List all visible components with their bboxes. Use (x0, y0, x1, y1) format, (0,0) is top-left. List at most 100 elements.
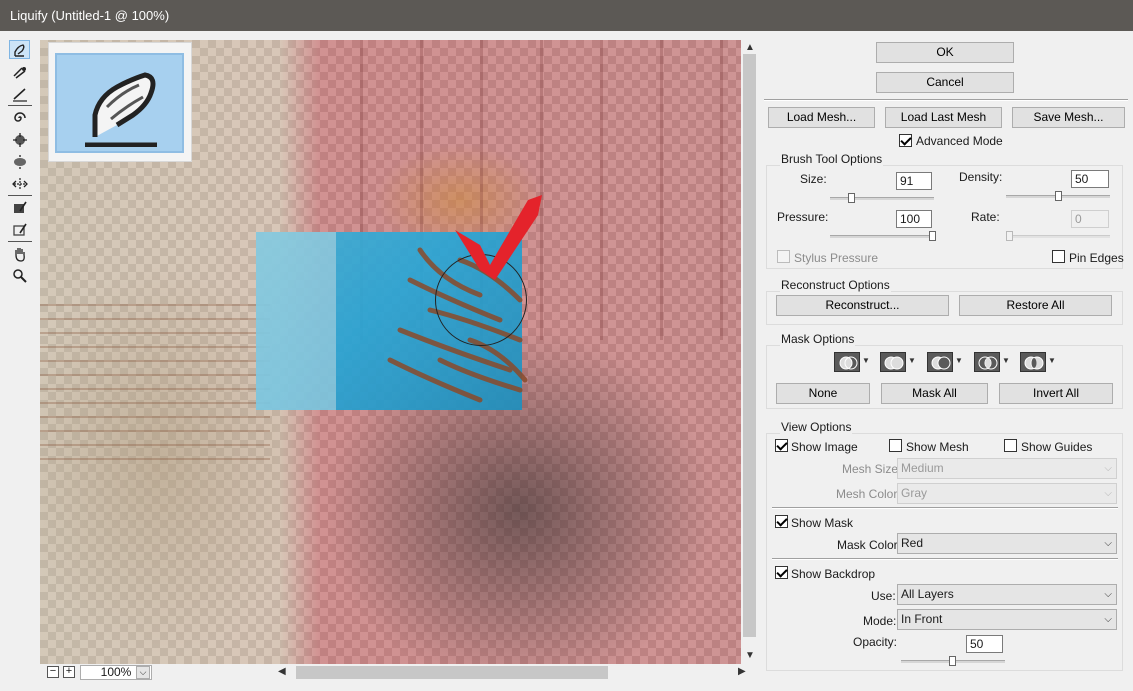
density-label: Density: (959, 170, 1003, 184)
load-mesh-button[interactable]: Load Mesh... (768, 107, 875, 128)
show-mesh-checkbox[interactable] (889, 439, 902, 452)
scroll-left-icon[interactable]: ◀ (278, 666, 286, 677)
pressure-slider-thumb[interactable] (929, 231, 936, 241)
zoom-dropdown-icon[interactable]: ⌵ (136, 666, 150, 679)
tool-divider (8, 195, 32, 196)
pressure-field[interactable]: 100 (896, 210, 932, 228)
freeze-mask-icon[interactable] (9, 198, 30, 217)
mask-color-select[interactable]: Red ⌵ (897, 533, 1117, 554)
add-to-selection-icon[interactable]: ▼ (880, 352, 916, 372)
size-label: Size: (800, 172, 827, 186)
rate-field: 0 (1071, 210, 1109, 228)
use-select[interactable]: All Layers ⌵ (897, 584, 1117, 605)
scroll-down-icon[interactable]: ▼ (745, 650, 755, 661)
show-mask-checkbox[interactable] (775, 515, 788, 528)
opacity-slider-thumb[interactable] (949, 656, 956, 666)
rate-slider (1006, 235, 1110, 238)
stylus-pressure-label: Stylus Pressure (794, 251, 879, 265)
save-mesh-button[interactable]: Save Mesh... (1012, 107, 1125, 128)
tool-divider (8, 105, 32, 106)
rate-slider-thumb (1006, 231, 1013, 241)
checkmark-icon (455, 195, 542, 280)
mode-label: Mode: (863, 614, 897, 628)
options-panel: OK Cancel Load Mesh... Load Last Mesh Sa… (758, 31, 1133, 691)
mesh-size-label: Mesh Size: (842, 462, 902, 476)
show-image-checkbox[interactable] (775, 439, 788, 452)
zoom-icon[interactable] (9, 266, 30, 285)
zoom-out-icon[interactable]: − (47, 666, 59, 678)
use-label: Use: (871, 589, 896, 603)
window-title: Liquify (Untitled-1 @ 100%) (0, 0, 1133, 31)
vertical-scroll-thumb[interactable] (743, 54, 756, 637)
smooth-icon[interactable] (9, 84, 30, 103)
canvas-status-bar: − + 100% ⌵ ◀ ▶ (40, 664, 758, 681)
mask-options-title: Mask Options (780, 332, 856, 346)
subtract-from-selection-icon[interactable]: ▼ (927, 352, 963, 372)
cancel-button[interactable]: Cancel (876, 72, 1014, 93)
size-slider-thumb[interactable] (848, 193, 855, 203)
hand-icon[interactable] (9, 244, 30, 263)
pin-edges-label: Pin Edges (1069, 251, 1124, 265)
show-guides-checkbox[interactable] (1004, 439, 1017, 452)
invert-all-button[interactable]: Invert All (999, 383, 1113, 404)
density-slider-thumb[interactable] (1055, 191, 1062, 201)
horizontal-scroll-thumb[interactable] (296, 666, 608, 679)
brush-tool-options-title: Brush Tool Options (780, 152, 884, 166)
chevron-down-icon: ⌵ (1104, 538, 1112, 549)
replace-selection-icon[interactable]: ▼ (834, 352, 870, 372)
show-mesh-label: Show Mesh (906, 440, 969, 454)
divider (772, 558, 1118, 560)
pressure-slider[interactable] (830, 235, 934, 238)
opacity-field[interactable]: 50 (966, 635, 1003, 653)
intersect-with-selection-icon[interactable]: ▼ (974, 352, 1010, 372)
twirl-icon[interactable] (9, 108, 30, 127)
divider (772, 507, 1118, 509)
forward-warp-icon (85, 72, 157, 147)
restore-all-button[interactable]: Restore All (959, 295, 1112, 316)
scroll-right-icon[interactable]: ▶ (738, 666, 746, 677)
vertical-scrollbar[interactable]: ▲ ▼ (741, 40, 758, 664)
size-slider[interactable] (830, 197, 934, 200)
view-options-title: View Options (780, 420, 853, 434)
brick-wall-texture (40, 300, 270, 460)
tool-divider (8, 241, 32, 242)
chevron-down-icon: ⌵ (1104, 463, 1112, 474)
reconstruct-button[interactable]: Reconstruct... (776, 295, 949, 316)
pucker-icon[interactable] (9, 130, 30, 149)
mesh-size-select: Medium ⌵ (897, 458, 1117, 479)
opacity-label: Opacity: (853, 635, 898, 649)
mode-select[interactable]: In Front ⌵ (897, 609, 1117, 630)
mesh-color-label: Mesh Color: (836, 487, 901, 501)
chevron-down-icon: ⌵ (1104, 589, 1112, 600)
show-backdrop-label: Show Backdrop (791, 567, 876, 581)
show-backdrop-checkbox[interactable] (775, 566, 788, 579)
bloat-icon[interactable] (9, 152, 30, 171)
rate-label: Rate: (971, 210, 1000, 224)
mesh-color-select: Gray ⌵ (897, 483, 1117, 504)
pin-edges-checkbox[interactable] (1052, 250, 1065, 263)
advanced-mode-checkbox[interactable] (899, 134, 912, 147)
zoom-in-icon[interactable]: + (63, 666, 75, 678)
advanced-mode-label: Advanced Mode (916, 134, 1003, 148)
show-mask-label: Show Mask (791, 516, 854, 530)
push-left-icon[interactable] (9, 174, 30, 193)
size-field[interactable]: 91 (896, 172, 932, 190)
mask-none-button[interactable]: None (776, 383, 870, 404)
show-image-label: Show Image (791, 440, 858, 454)
load-last-mesh-button[interactable]: Load Last Mesh (885, 107, 1002, 128)
invert-selection-icon[interactable]: ▼ (1020, 352, 1056, 372)
mask-all-button[interactable]: Mask All (881, 383, 988, 404)
show-guides-label: Show Guides (1021, 440, 1093, 454)
tool-preview (48, 42, 192, 162)
reconstruct-options-title: Reconstruct Options (780, 278, 891, 292)
pressure-label: Pressure: (777, 210, 829, 224)
scroll-up-icon[interactable]: ▲ (745, 42, 755, 53)
reconstruct-icon[interactable] (9, 62, 30, 81)
chevron-down-icon: ⌵ (1104, 614, 1112, 625)
forward-warp-icon[interactable] (9, 40, 30, 59)
tools-panel (0, 31, 40, 691)
ok-button[interactable]: OK (876, 42, 1014, 63)
thaw-mask-icon[interactable] (9, 220, 30, 239)
density-field[interactable]: 50 (1071, 170, 1109, 188)
chevron-down-icon: ⌵ (1104, 488, 1112, 499)
